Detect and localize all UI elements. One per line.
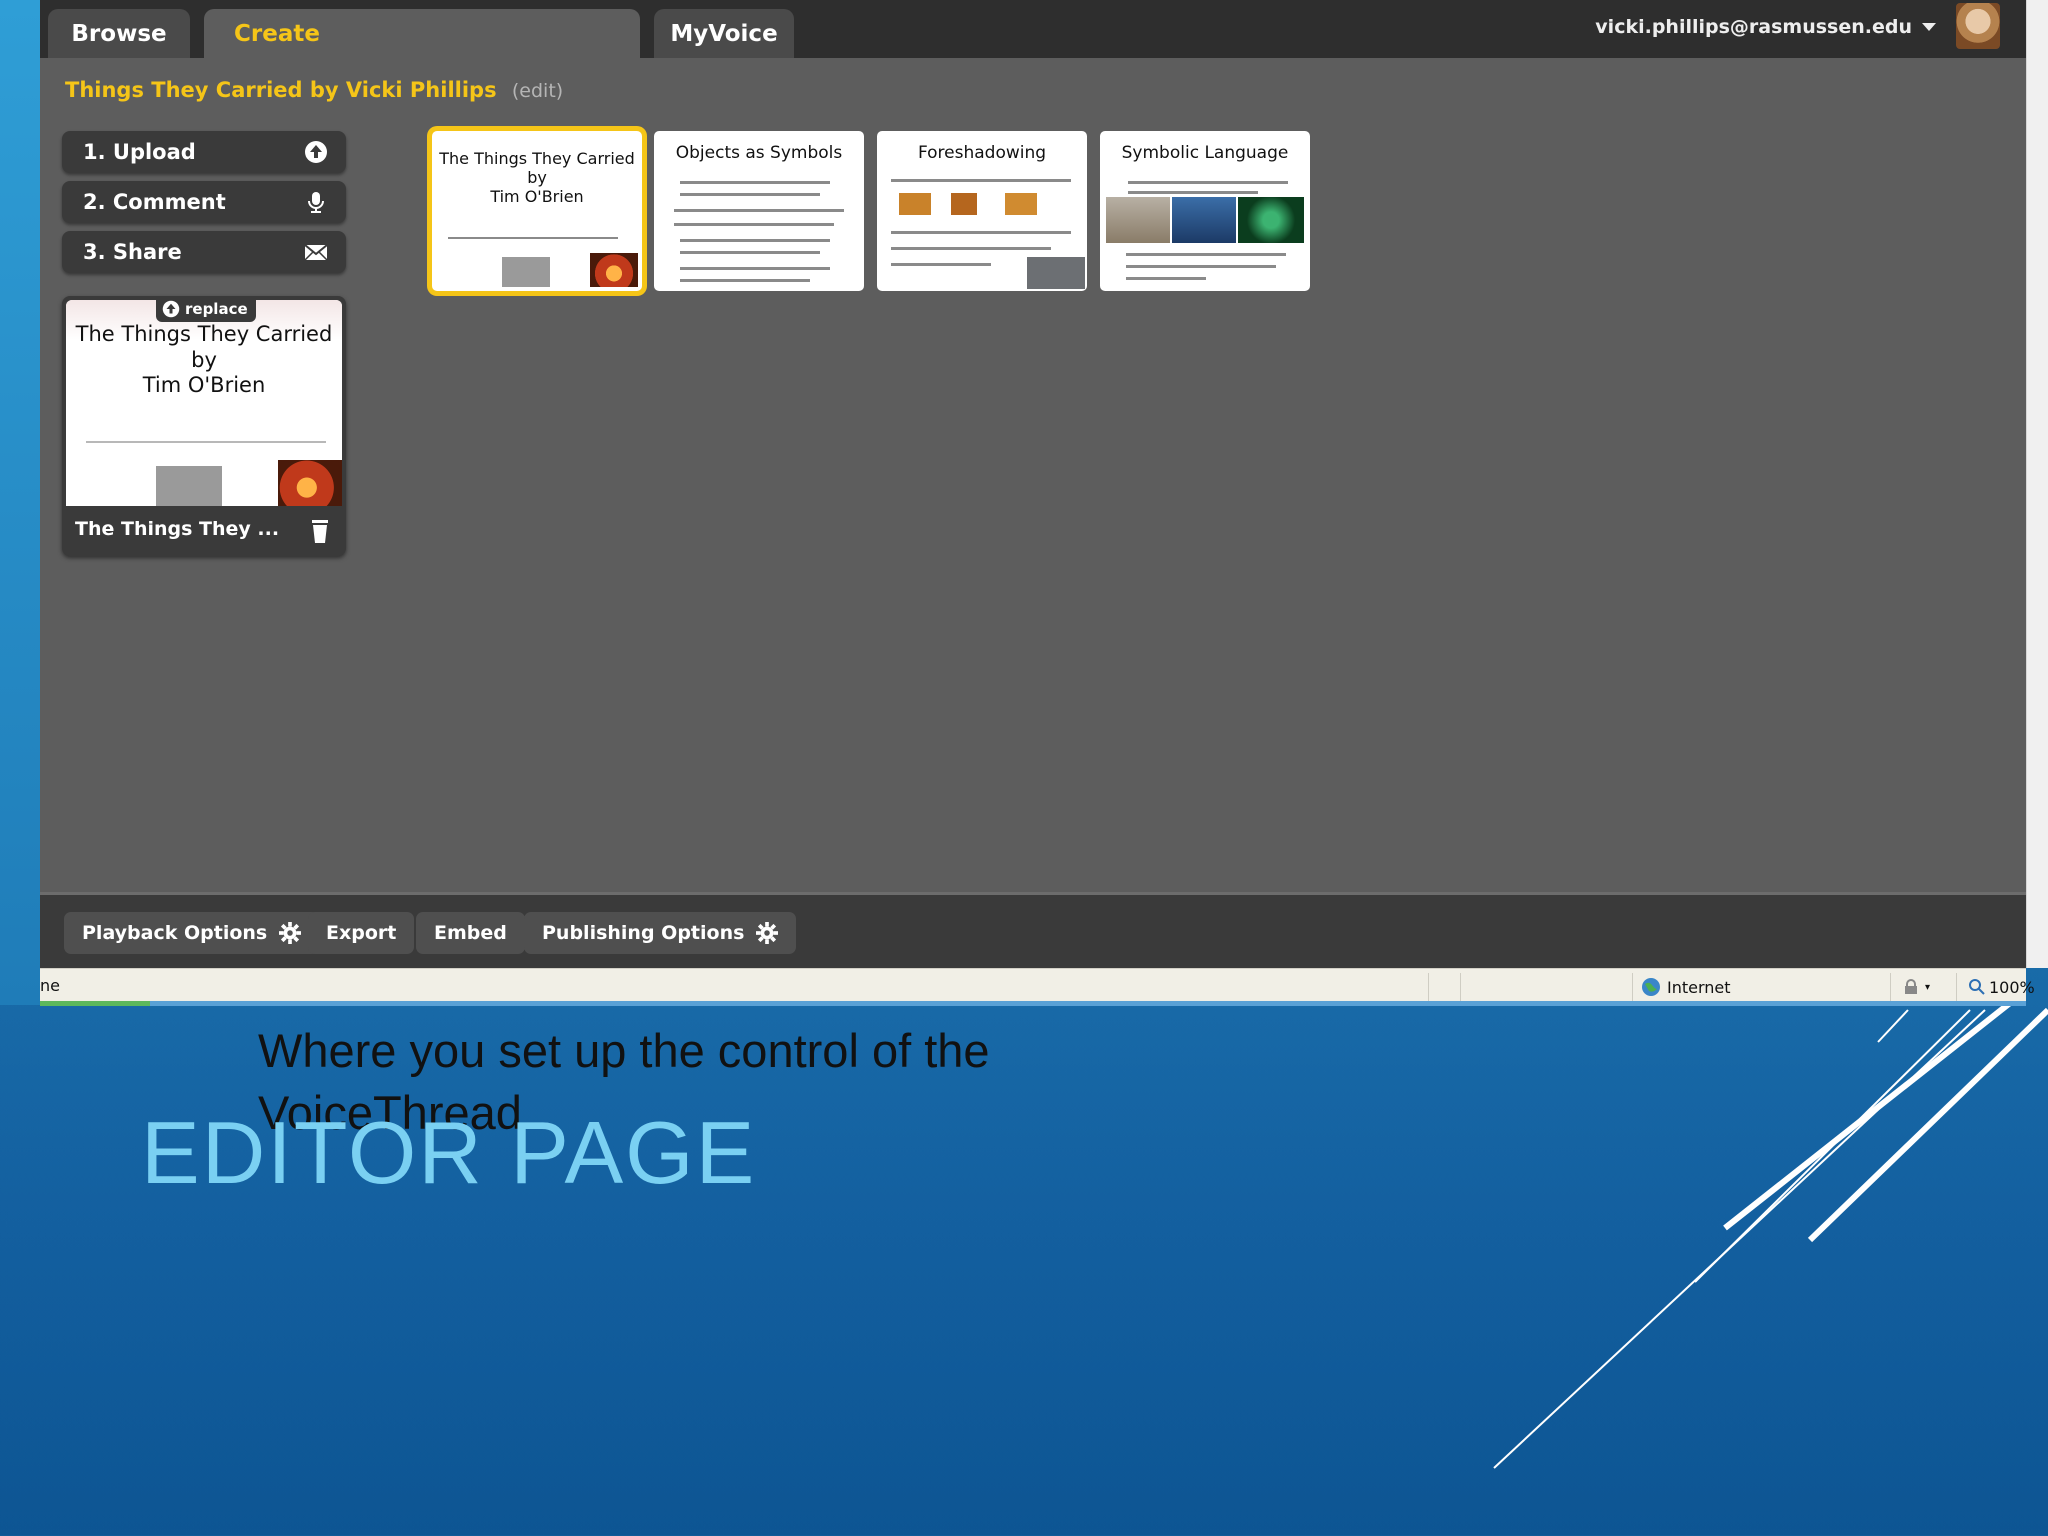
tab-browse[interactable]: Browse [48,9,190,58]
status-text: ne [40,976,60,995]
embed-button[interactable]: Embed [416,912,525,954]
security-zone[interactable]: Internet [1632,973,1871,1001]
upload-button-label: 1. Upload [83,140,196,164]
slide-title-line3: Tim O'Brien [142,373,266,397]
browser-status-bar: ne Internet ▾ 100% ▾ [40,968,2035,1005]
playback-options-button[interactable]: Playback Options [64,912,320,954]
lock-icon [1905,979,1917,994]
thumbnail-title: Symbolic Language [1121,143,1289,163]
comment-button-label: 2. Comment [83,190,226,214]
zoom-control[interactable]: 100% ▾ [1956,973,2048,1001]
thread-title-line: Things They Carried by Vicki Phillips (e… [65,78,563,102]
slide-title-line1: The Things They Carried [75,322,333,346]
publishing-options-button[interactable]: Publishing Options [524,912,797,954]
gear-icon [756,922,779,944]
slide-thumbnail[interactable]: The Things They Carried by Tim O'Brien [432,131,642,291]
thumbnail-subtitle: by [527,168,547,187]
upload-button[interactable]: 1. Upload [62,131,346,173]
chevron-down-icon[interactable] [1922,23,1936,31]
envelope-icon [304,244,328,261]
share-button[interactable]: 3. Share [62,231,346,273]
zone-label: Internet [1667,977,1731,997]
tab-create[interactable]: Create [204,9,640,58]
upload-icon [162,300,180,318]
thread-title: Things They Carried by Vicki Phillips [65,78,497,102]
globe-icon [1642,978,1660,996]
slide-caption[interactable]: The Things They ... [75,518,279,540]
edit-title-link[interactable]: (edit) [512,80,563,102]
share-button-label: 3. Share [83,240,182,264]
selected-slide-preview[interactable]: The Things They Carried by Tim O'Brien [66,300,342,506]
tab-myvoice[interactable]: MyVoice [654,9,794,58]
bottom-toolbar: Playback Options Export Embed Publishing… [40,892,2026,971]
thumbnail-title: The Things They Carried [439,149,635,168]
publishing-options-label: Publishing Options [542,922,745,944]
replace-label: replace [185,300,248,318]
slide-heading: EDITOR PAGE [141,1103,757,1202]
microphone-icon [308,192,324,213]
zoom-value: 100% [1989,977,2035,997]
window-scrollbar[interactable] [2026,0,2048,968]
thumbnail-title: Objects as Symbols [675,143,843,163]
selected-slide-card[interactable]: The Things They Carried by Tim O'Brien r… [62,296,346,556]
avatar[interactable] [1956,3,2000,49]
slide-thumbnail[interactable]: Foreshadowing [877,131,1087,291]
top-navigation-bar: Browse Create MyVoice vicki.phillips@ras… [40,0,2026,58]
upload-icon [305,141,327,163]
comment-button[interactable]: 2. Comment [62,181,346,223]
user-email[interactable]: vicki.phillips@rasmussen.edu [1595,16,1912,38]
export-button[interactable]: Export [308,912,415,954]
slide-thumbnail[interactable]: Objects as Symbols [654,131,864,291]
voicethread-app-window: Browse Create MyVoice vicki.phillips@ras… [40,0,2026,971]
thumbnail-title: Foreshadowing [917,143,1047,163]
replace-button[interactable]: replace [156,296,256,322]
thumbnail-author: Tim O'Brien [490,187,584,206]
zoom-icon [1969,979,1985,995]
gear-icon [279,922,302,944]
trash-icon[interactable] [310,518,330,544]
status-progress-bar [40,1001,2026,1006]
slide-thumbnail[interactable]: Symbolic Language [1100,131,1310,291]
playback-options-label: Playback Options [82,922,268,944]
slide-title-line2: by [191,348,217,372]
protected-mode-toggle[interactable]: ▾ [1890,973,1953,1001]
